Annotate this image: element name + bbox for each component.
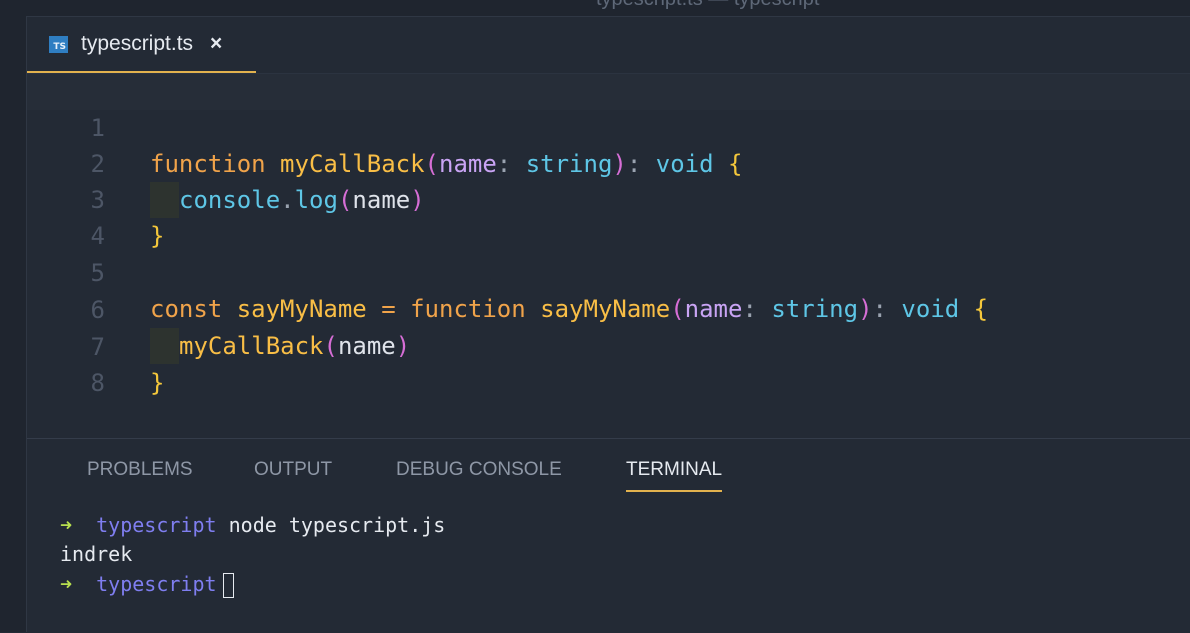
tab-terminal[interactable]: TERMINAL <box>626 459 723 492</box>
prompt-arrow-icon: ➜ <box>60 513 73 537</box>
code-line: 6 myCallBack(name) <box>27 256 1190 364</box>
code-line: 4 <box>27 182 1190 250</box>
tab-label: typescript.ts <box>81 32 194 55</box>
prompt-arrow-icon: ➜ <box>60 572 73 596</box>
terminal-line: ➜ typescript <box>60 569 234 599</box>
panel-tab-bar: PROBLEMS OUTPUT DEBUG CONSOLE TERMINAL <box>27 439 1190 499</box>
code-line: 2 console.log(name) <box>27 110 1190 218</box>
code-line: 1 function myCallBack(name: string): voi… <box>27 74 1190 178</box>
code-editor[interactable]: 1 function myCallBack(name: string): voi… <box>27 74 1190 437</box>
tab-problems[interactable]: PROBLEMS <box>87 459 193 490</box>
terminal-cwd: typescript <box>96 513 217 537</box>
terminal-line: ➜ typescript node typescript.js <box>60 510 445 540</box>
window-title: typescript.ts — typescript <box>596 0 819 11</box>
tab-typescript-ts[interactable]: TS typescript.ts × <box>27 17 256 73</box>
bottom-panel: PROBLEMS OUTPUT DEBUG CONSOLE TERMINAL ➜… <box>27 438 1190 633</box>
left-edge-strip <box>0 0 27 632</box>
terminal-command: node typescript.js <box>228 513 446 537</box>
code-line: 8 <box>27 329 1190 397</box>
close-icon[interactable]: × <box>210 32 222 56</box>
code-line: 7 } <box>27 293 1190 397</box>
editor-tab-bar: TS typescript.ts × <box>27 17 1190 74</box>
line-number: 8 <box>90 369 105 397</box>
window-title-bar: typescript.ts — typescript <box>26 0 1190 17</box>
terminal-output: indrek <box>60 542 133 566</box>
code-token: } <box>150 369 165 397</box>
terminal-cursor <box>222 573 234 598</box>
tab-output[interactable]: OUTPUT <box>254 459 332 490</box>
tab-debug-console[interactable]: DEBUG CONSOLE <box>396 459 562 490</box>
code-line: 3 } <box>27 146 1190 250</box>
typescript-file-icon: TS <box>49 35 68 53</box>
terminal-cwd: typescript <box>96 572 217 596</box>
code-line: 5 const sayMyName = function sayMyName(n… <box>27 219 1190 323</box>
terminal-line: indrek <box>60 539 132 569</box>
